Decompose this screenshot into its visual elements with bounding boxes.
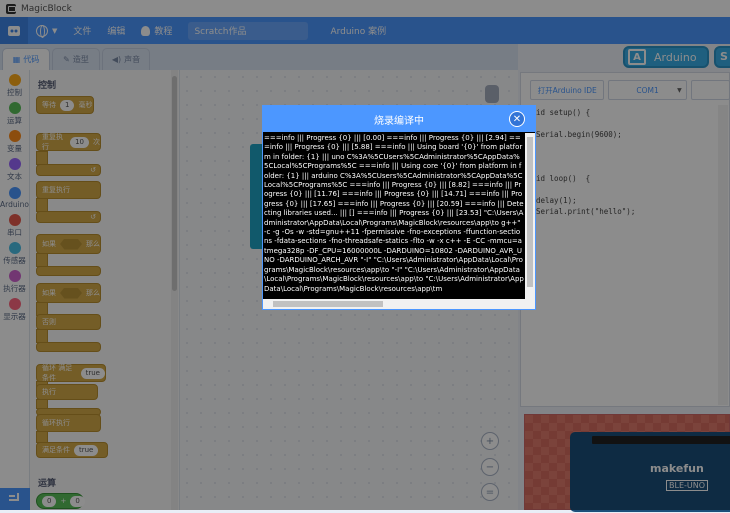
log-vertical-scrollbar[interactable]: [525, 133, 535, 299]
log-horizontal-scrollbar[interactable]: [263, 299, 535, 309]
compile-log: ===info ||| Progress {0} ||| [0.00] ===i…: [264, 134, 524, 293]
scrollbar-thumb[interactable]: [527, 137, 533, 287]
close-icon[interactable]: ✕: [509, 111, 525, 127]
scrollbar-thumb[interactable]: [273, 301, 383, 307]
compile-dialog: 烧录编译中 ✕ ===info ||| Progress {0} ||| [0.…: [262, 105, 536, 310]
dialog-header: 烧录编译中 ✕: [263, 106, 535, 132]
dialog-title: 烧录编译中: [374, 115, 424, 127]
